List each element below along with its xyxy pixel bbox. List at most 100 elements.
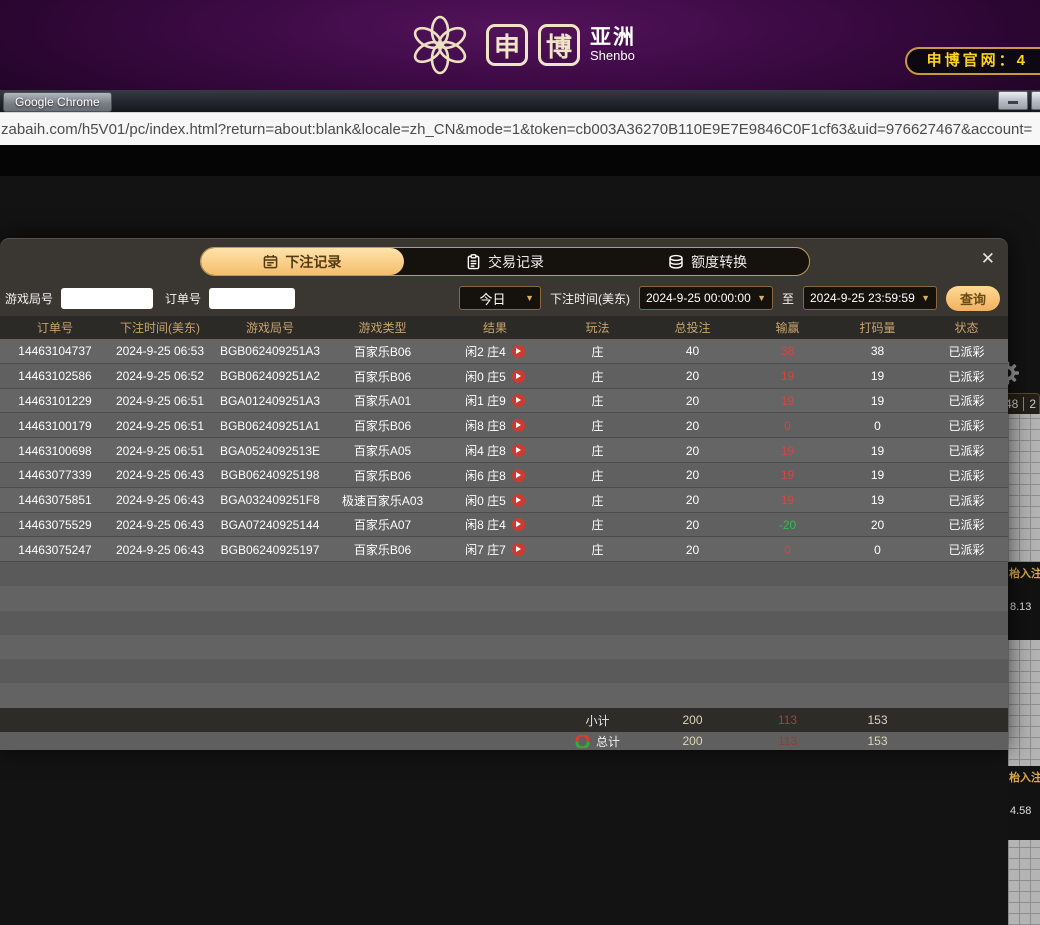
play-video-icon[interactable] — [512, 494, 525, 507]
table-cell: BGB06240925198 — [210, 468, 330, 482]
result-cell: 闲4 庄8 — [435, 442, 555, 459]
table-cell: 14463075529 — [0, 518, 110, 532]
table-cell: 14463100179 — [0, 419, 110, 433]
table-rows: 144631047372024-9-25 06:53BGB062409251A3… — [0, 339, 1008, 562]
filter-row: 游戏局号 订单号 今日 ▼ 下注时间(美东) 2024-9-25 00:00:0… — [0, 285, 1008, 311]
logo-char-bo: 博 — [538, 24, 580, 66]
game-round-input[interactable] — [61, 288, 153, 309]
empty-row — [0, 611, 1008, 635]
table-row[interactable]: 144630773392024-9-25 06:43BGB06240925198… — [0, 463, 1008, 488]
play-video-icon[interactable] — [512, 370, 525, 383]
table-cell: 14463102586 — [0, 369, 110, 383]
game-round-label: 游戏局号 — [5, 290, 53, 307]
table-cell: BGA032409251F8 — [210, 493, 330, 507]
table-row[interactable]: 144631047372024-9-25 06:53BGB062409251A3… — [0, 339, 1008, 364]
table-cell: 14463075247 — [0, 543, 110, 557]
table-row[interactable]: 144631025862024-9-25 06:52BGB062409251A2… — [0, 364, 1008, 389]
table-cell: BGB062409251A2 — [210, 369, 330, 383]
play-video-icon[interactable] — [512, 419, 525, 432]
table-cell: 20 — [640, 444, 745, 458]
result-cell: 闲8 庄4 — [435, 516, 555, 533]
play-video-icon[interactable] — [512, 543, 525, 556]
result-cell: 闲0 庄5 — [435, 492, 555, 509]
table-cell: 百家乐A05 — [330, 442, 435, 459]
table-cell: 14463077339 — [0, 468, 110, 482]
table-cell: 庄 — [555, 467, 640, 484]
table-cell: 19 — [830, 493, 925, 507]
date-from-select[interactable]: 2024-9-25 00:00:00 ▼ — [639, 286, 773, 310]
clipboard-icon — [466, 254, 481, 270]
table-row[interactable]: 144630755292024-9-25 06:43BGA07240925144… — [0, 513, 1008, 538]
winloss-cell: 19 — [745, 444, 830, 458]
roadmap-value: 8.13 — [1010, 601, 1040, 613]
table-cell: 百家乐B06 — [330, 343, 435, 360]
records-modal: 下注记录 交易记录 额度转换 ✕ — [0, 238, 1008, 749]
order-no-label: 订单号 — [165, 290, 201, 307]
table-cell: 20 — [640, 543, 745, 557]
search-button[interactable]: 查询 — [946, 286, 1000, 311]
table-cell: BGA012409251A3 — [210, 394, 330, 408]
table-cell: 14463075851 — [0, 493, 110, 507]
table-row[interactable]: 144630758512024-9-25 06:43BGA032409251F8… — [0, 488, 1008, 513]
table-cell: 已派彩 — [925, 343, 1008, 360]
table-cell: 2024-9-25 06:53 — [110, 344, 210, 358]
table-row[interactable]: 144631001792024-9-25 06:51BGB062409251A1… — [0, 413, 1008, 438]
table-cell: 庄 — [555, 492, 640, 509]
tab-transaction-records[interactable]: 交易记录 — [404, 248, 607, 275]
date-to-select[interactable]: 2024-9-25 23:59:59 ▼ — [803, 286, 937, 310]
table-row[interactable]: 144631012292024-9-25 06:51BGA012409251A3… — [0, 389, 1008, 414]
table-limit-chip[interactable]: 枱入注 — [1009, 565, 1040, 581]
total-turnover: 153 — [830, 734, 925, 748]
winloss-cell: 19 — [745, 493, 830, 507]
winloss-cell: 38 — [745, 344, 830, 358]
table-cell: 极速百家乐A03 — [330, 492, 435, 509]
table-cell: 14463100698 — [0, 444, 110, 458]
table-limit-chip[interactable]: 枱入注 — [1009, 769, 1040, 785]
table-cell: 已派彩 — [925, 417, 1008, 434]
table-cell: 20 — [640, 419, 745, 433]
table-cell: 2024-9-25 06:43 — [110, 468, 210, 482]
table-cell: 20 — [640, 468, 745, 482]
subtotal-turnover: 153 — [830, 713, 925, 727]
official-site-badge[interactable]: 申博官网：4 — [905, 47, 1040, 75]
empty-row — [0, 586, 1008, 610]
table-cell: 已派彩 — [925, 392, 1008, 409]
edge-divider — [1023, 397, 1024, 411]
chevron-down-icon: ▼ — [921, 293, 930, 303]
play-video-icon[interactable] — [512, 394, 525, 407]
table-row[interactable]: 144631006982024-9-25 06:51BGA0524092513E… — [0, 438, 1008, 463]
date-preset-select[interactable]: 今日 ▼ — [459, 286, 541, 310]
order-no-input[interactable] — [209, 288, 295, 309]
close-icon[interactable]: ✕ — [981, 250, 995, 267]
edge-value-right: 2 — [1029, 397, 1036, 411]
table-cell: 已派彩 — [925, 368, 1008, 385]
table-cell: 庄 — [555, 343, 640, 360]
table-cell: 百家乐B06 — [330, 541, 435, 558]
table-cell: 百家乐B06 — [330, 417, 435, 434]
play-video-icon[interactable] — [512, 345, 525, 358]
play-video-icon[interactable] — [512, 444, 525, 457]
roadmap-segment: 枱入注 8.13 — [1008, 562, 1040, 640]
table-cell: 庄 — [555, 541, 640, 558]
tab-bet-records[interactable]: 下注记录 — [201, 248, 404, 275]
table-cell: 庄 — [555, 442, 640, 459]
result-cell: 闲6 庄8 — [435, 467, 555, 484]
maximize-button[interactable] — [1031, 91, 1040, 110]
tab-credit-transfer[interactable]: 额度转换 — [606, 248, 809, 275]
col-play: 玩法 — [555, 319, 640, 336]
col-order: 订单号 — [0, 319, 110, 336]
table-cell: 19 — [830, 369, 925, 383]
table-row[interactable]: 144630752472024-9-25 06:43BGB06240925197… — [0, 537, 1008, 562]
site-logo: 申 博 亚洲 Shenbo — [404, 4, 636, 86]
table-cell: 庄 — [555, 516, 640, 533]
table-cell: 2024-9-25 06:52 — [110, 369, 210, 383]
play-video-icon[interactable] — [512, 469, 525, 482]
table-cell: 40 — [640, 344, 745, 358]
col-winloss: 输赢 — [745, 319, 830, 336]
subtotal-label: 小计 — [555, 712, 640, 729]
winloss-cell: 19 — [745, 468, 830, 482]
url-bar[interactable]: zabaih.com/h5V01/pc/index.html?return=ab… — [0, 112, 1040, 146]
minimize-button[interactable] — [998, 91, 1028, 110]
total-row: 总计 200 113 153 — [0, 732, 1008, 750]
play-video-icon[interactable] — [512, 518, 525, 531]
